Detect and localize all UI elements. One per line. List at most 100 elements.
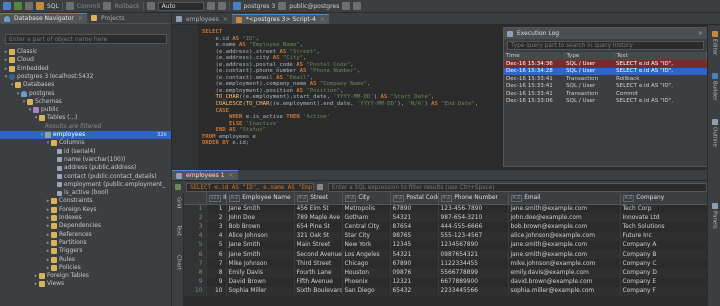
tree-node[interactable]: ▸ Rules xyxy=(0,256,171,264)
table-cell[interactable]: 12345 xyxy=(390,240,439,250)
table-cell[interactable]: John Doe xyxy=(226,213,295,223)
navigator-filter-input[interactable]: Enter a part of object name here xyxy=(5,34,167,44)
tree-node[interactable]: employment (public.employment_ xyxy=(0,181,171,189)
column-header[interactable]: 123ID xyxy=(206,193,227,205)
column-header[interactable]: A-Z City xyxy=(342,193,391,205)
tab-database-navigator[interactable]: Database Navigator × xyxy=(0,13,87,23)
new-connection-icon[interactable] xyxy=(3,2,11,10)
sql-editor-icon[interactable] xyxy=(36,2,44,10)
table-cell[interactable]: 555-123-4567 xyxy=(438,231,509,241)
table-cell[interactable]: 67890 xyxy=(390,259,439,269)
tree-node[interactable]: ▸ Indexes xyxy=(0,214,171,222)
table-cell[interactable]: Main Street xyxy=(294,240,343,250)
table-cell[interactable]: Company F xyxy=(620,286,707,296)
table-cell[interactable]: 67890 xyxy=(390,204,439,214)
tree-node[interactable]: ▾ Databases xyxy=(0,81,171,89)
log-row[interactable]: Dec-16 15:33:41 Transaction Commit xyxy=(504,90,707,98)
table-cell[interactable]: Company E xyxy=(620,277,707,287)
close-icon[interactable]: × xyxy=(228,172,233,179)
table-cell[interactable]: 98765 xyxy=(390,231,439,241)
tree-node[interactable]: ▾ postgres xyxy=(0,90,171,98)
table-cell[interactable]: Chicago xyxy=(342,259,391,269)
commit-button[interactable]: Commit xyxy=(77,3,101,10)
filter-icon[interactable] xyxy=(316,184,323,190)
tree-node[interactable]: ▸ Foreign Tables xyxy=(0,272,171,280)
table-cell[interactable]: 6 xyxy=(206,249,227,260)
table-cell[interactable]: 321 Oak St xyxy=(294,231,343,241)
tree-node[interactable]: ▸ Policies xyxy=(0,264,171,272)
table-cell[interactable]: 5566778899 xyxy=(438,268,509,278)
editor-side-tab[interactable]: Editor xyxy=(709,31,720,55)
table-row[interactable]: 8 8 Emily Davis Fourth Lane Houston 09876 5566… xyxy=(184,268,707,278)
column-header[interactable]: A-Z Employee Name xyxy=(226,193,295,205)
table-cell[interactable]: 2 xyxy=(206,213,227,223)
log-row[interactable]: Dec-16 15:33:41 Transaction Rollback xyxy=(504,75,707,83)
log-row[interactable]: Dec-16 15:34:36 SQL / User SELECT e.id AS … xyxy=(504,60,707,68)
tree-node[interactable]: ▸ Classic xyxy=(0,48,171,56)
results-filter-input[interactable]: Enter a SQL expression to filter results… xyxy=(327,182,707,192)
table-cell[interactable]: 1122334455 xyxy=(438,259,509,269)
history-icon[interactable] xyxy=(217,2,226,10)
close-icon[interactable]: × xyxy=(223,16,228,23)
table-cell[interactable]: Third Street xyxy=(294,259,343,269)
column-header[interactable]: A-Z Postal Code xyxy=(390,193,439,205)
table-cell[interactable]: mike.johnson@example.com xyxy=(508,259,621,269)
table-cell[interactable]: Company B xyxy=(620,249,707,260)
table-cell[interactable]: 0987654321 xyxy=(438,249,509,260)
builder-side-tab[interactable]: Builder xyxy=(709,73,720,100)
table-row[interactable]: 3 3 Bob Brown 654 Pine St Central City 87654 4… xyxy=(184,222,707,232)
column-header[interactable]: A-Z Street xyxy=(294,193,343,205)
log-row[interactable]: Dec-16 15:33:06 SQL / User SELECT e.id AS … xyxy=(504,98,707,106)
table-cell[interactable]: 6677889900 xyxy=(438,277,509,287)
tree-node[interactable]: name (varchar(100)) xyxy=(0,156,171,164)
tree-node[interactable]: ▾ Columns xyxy=(0,139,171,147)
table-cell[interactable]: Bob Brown xyxy=(226,222,295,232)
tree-node[interactable]: ▸ Triggers xyxy=(0,247,171,255)
table-row[interactable]: 1 1 Jane Smith 456 Elm St Metropolis 67890 123… xyxy=(184,204,707,214)
tree-node[interactable]: ▾ public xyxy=(0,106,171,114)
table-cell[interactable]: 65432 xyxy=(390,286,439,296)
table-cell[interactable]: Fourth Lane xyxy=(294,268,343,278)
tree-node[interactable]: is_active (bool) xyxy=(0,189,171,197)
table-cell[interactable]: Tech Solutions xyxy=(620,222,707,232)
outline-side-tab[interactable]: Outline xyxy=(709,119,720,147)
table-cell[interactable]: Fifth Avenue xyxy=(294,277,343,287)
table-cell[interactable]: 789 Maple Ave xyxy=(294,213,343,223)
tree-node[interactable]: ▸ Cloud xyxy=(0,56,171,64)
table-cell[interactable]: 1234567890 xyxy=(438,240,509,250)
table-cell[interactable]: sophia.miller@example.com xyxy=(508,286,621,296)
log-row[interactable]: Dec-16 15:33:41 SQL / User SELECT e.id AS … xyxy=(504,83,707,91)
tree-node[interactable]: ▸ Partitions xyxy=(0,239,171,247)
table-cell[interactable]: 444-555-6666 xyxy=(438,222,509,232)
table-cell[interactable]: Alice Johnson xyxy=(226,231,295,241)
commit-icon[interactable] xyxy=(65,2,74,10)
table-cell[interactable]: Emily Davis xyxy=(226,268,295,278)
table-cell[interactable]: 2233445566 xyxy=(438,286,509,296)
table-cell[interactable]: Company C xyxy=(620,259,707,269)
column-header-time[interactable]: Time xyxy=(504,52,565,60)
table-row[interactable]: 4 4 Alice Johnson 321 Oak St Star City 98765 5… xyxy=(184,231,707,241)
tree-node[interactable]: address (public.address) xyxy=(0,164,171,172)
table-cell[interactable]: Future Inc xyxy=(620,231,707,241)
table-row[interactable]: 5 5 Jane Smith Main Street New York 12345 1234… xyxy=(184,240,707,250)
table-cell[interactable]: 987-654-3210 xyxy=(438,213,509,223)
table-cell[interactable]: 4 xyxy=(206,231,227,241)
table-cell[interactable]: San Diego xyxy=(342,286,391,296)
table-cell[interactable]: 654 Pine St xyxy=(294,222,343,232)
table-cell[interactable]: 1 xyxy=(206,204,227,214)
table-cell[interactable]: Jane Smith xyxy=(226,204,295,214)
tab-script-4[interactable]: *<postgres 3> Script-4 × xyxy=(231,14,329,24)
grid-view-tab[interactable]: Grid xyxy=(173,197,184,209)
table-cell[interactable]: 54321 xyxy=(390,249,439,260)
table-cell[interactable]: 7 xyxy=(206,259,227,269)
table-cell[interactable]: Metropolis xyxy=(342,204,391,214)
tree-node[interactable]: ▸ References xyxy=(0,231,171,239)
tab-projects[interactable]: Projects xyxy=(87,13,129,23)
table-row[interactable]: 9 9 David Brown Fifth Avenue Phoenix 12321 667… xyxy=(184,277,707,287)
rollback-icon[interactable] xyxy=(103,2,112,10)
table-cell[interactable]: 3 xyxy=(206,222,227,232)
panels-side-tab[interactable]: Panels xyxy=(709,203,720,229)
tree-node[interactable]: ▾ Tables (...) xyxy=(0,114,171,122)
tree-node[interactable]: ▸ Embedded xyxy=(0,65,171,73)
column-header-text[interactable]: Text xyxy=(614,52,707,60)
